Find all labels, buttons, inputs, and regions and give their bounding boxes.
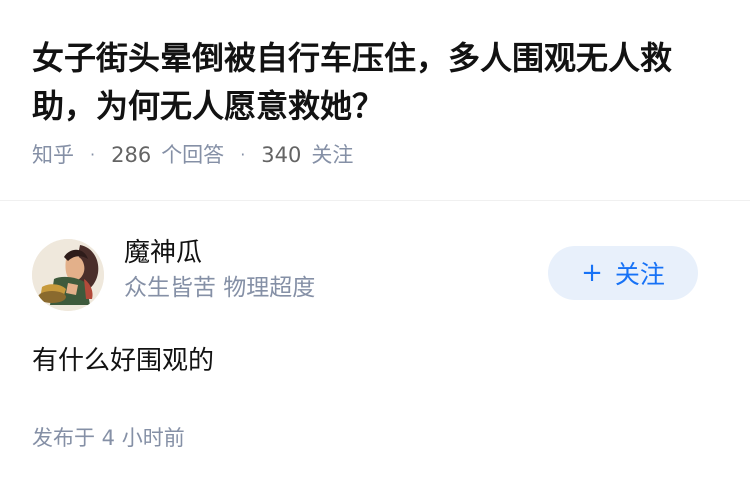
source-label[interactable]: 知乎	[32, 140, 74, 170]
question-header: 女子街头晕倒被自行车压住，多人围观无人救助，为何无人愿意救她？ 知乎 · 286…	[0, 0, 750, 167]
question-title[interactable]: 女子街头晕倒被自行车压住，多人围观无人救助，为何无人愿意救她？	[32, 34, 722, 130]
author-row: 魔神瓜 众生皆苦 物理超度 + 关注	[32, 238, 722, 311]
avatar-illustration-icon	[32, 239, 104, 311]
plus-icon: +	[581, 258, 603, 288]
follower-count: 340	[261, 143, 302, 167]
follower-count-label: 关注	[311, 143, 354, 167]
section-divider	[0, 200, 750, 201]
follow-button-label: 关注	[614, 260, 665, 289]
answer-content[interactable]: 有什么好围观的	[32, 341, 214, 381]
question-meta: 知乎 · 286 个回答 · 340 关注	[32, 140, 718, 170]
follow-button[interactable]: + 关注	[548, 246, 698, 300]
answer-count: 286	[111, 143, 152, 167]
author-info: 魔神瓜 众生皆苦 物理超度	[124, 235, 315, 305]
answer-count-label: 个回答	[161, 143, 225, 167]
avatar[interactable]	[32, 239, 104, 311]
meta-separator: ·	[90, 145, 96, 164]
meta-separator: ·	[240, 145, 246, 164]
author-name[interactable]: 魔神瓜	[124, 235, 315, 271]
zhihu-question-page: 女子街头晕倒被自行车压住，多人围观无人救助，为何无人愿意救她？ 知乎 · 286…	[0, 0, 750, 490]
answer-publish-time: 发布于 4 小时前	[32, 426, 185, 450]
author-headline: 众生皆苦 物理超度	[124, 275, 316, 301]
